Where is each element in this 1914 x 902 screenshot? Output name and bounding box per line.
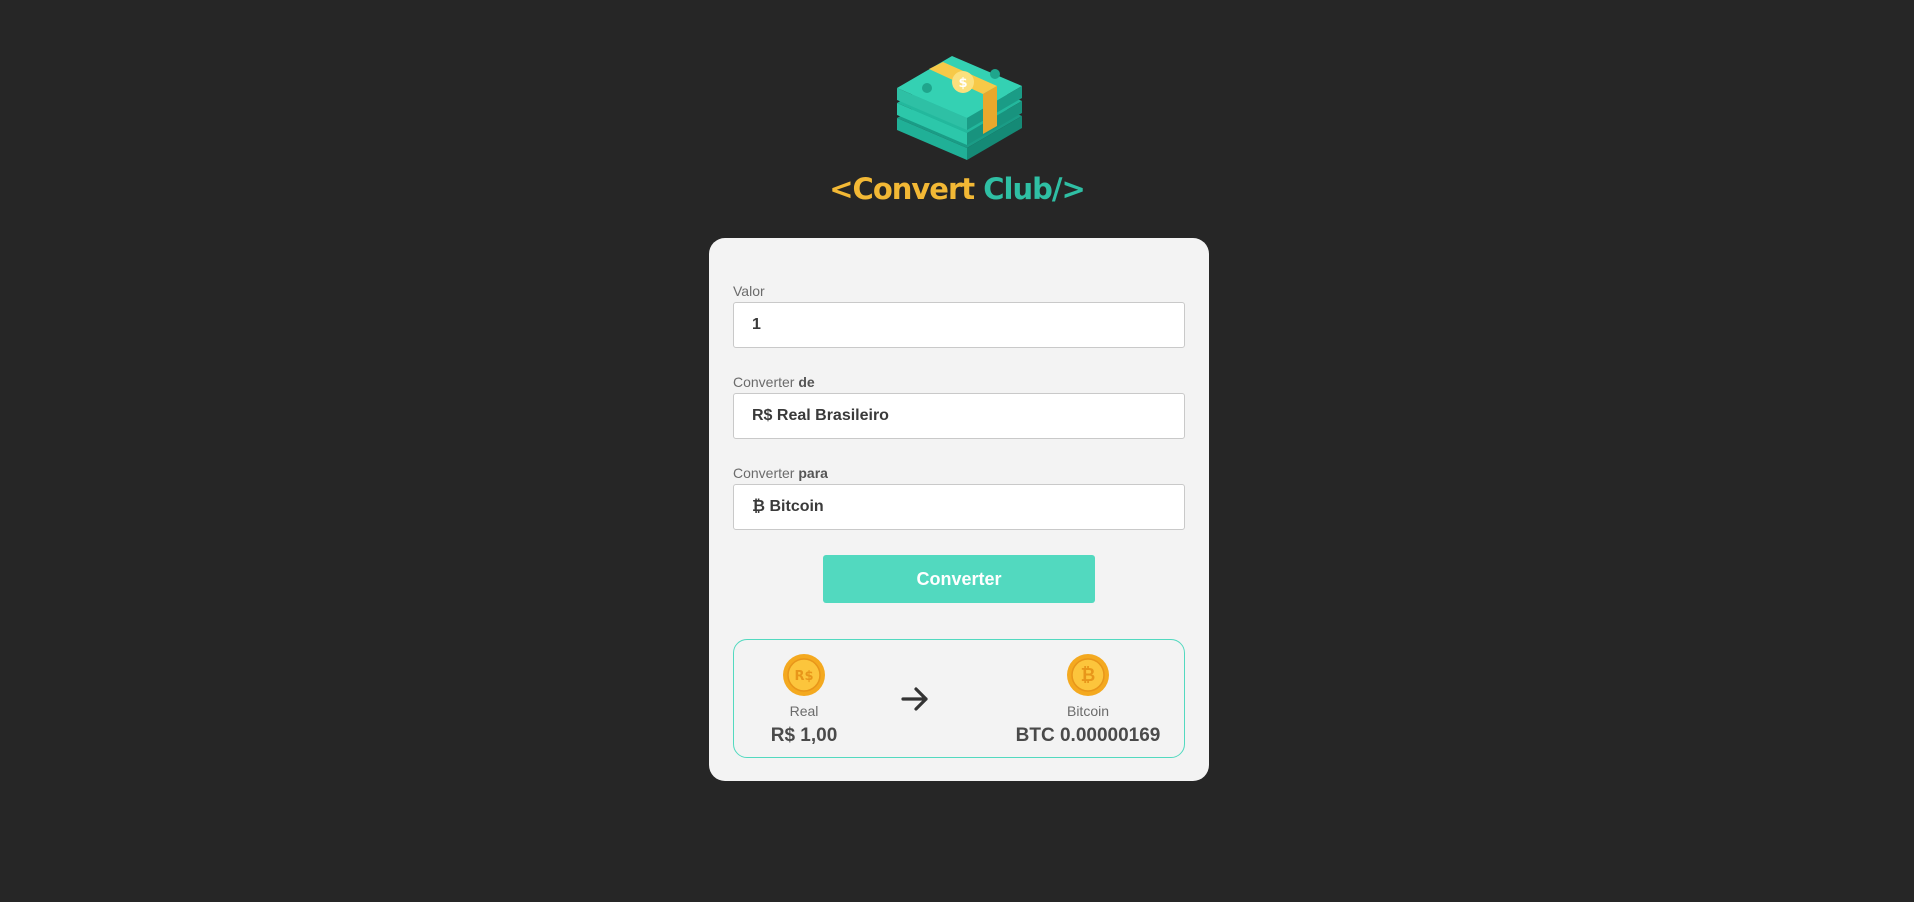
to-currency-amount: BTC 0.00000169	[1015, 725, 1161, 746]
value-input[interactable]: 1	[733, 302, 1185, 348]
brand-name: <Convert Club/>	[829, 172, 1086, 206]
converter-card: Valor 1 Converter de R$ Real Brasileiro …	[709, 238, 1209, 781]
value-field-group: Valor 1	[733, 283, 1185, 348]
conversion-result: R$ Real R$ 1,00 ₿ Bitcoin BTC 0.00000169	[733, 639, 1185, 758]
from-label-bold: de	[798, 374, 815, 390]
brand-logo: $ <Convert Club/>	[0, 48, 1914, 206]
to-label-bold: para	[798, 465, 828, 481]
from-label: Converter de	[733, 374, 1185, 391]
from-currency-name: Real	[789, 703, 819, 719]
to-currency-result: ₿ Bitcoin BTC 0.00000169	[990, 653, 1186, 747]
to-currency-select[interactable]: ₿ Bitcoin	[733, 484, 1185, 530]
money-stack-icon: $	[897, 56, 1022, 160]
from-label-text: Converter	[733, 374, 795, 390]
real-coin-icon: R$	[783, 654, 825, 696]
svg-text:$: $	[958, 76, 967, 91]
svg-text:₿: ₿	[1081, 665, 1096, 686]
convert-button[interactable]: Converter	[823, 555, 1095, 603]
brand-name-part1: <Convert	[829, 172, 975, 206]
svg-text:R$: R$	[794, 669, 813, 684]
from-currency-result: R$ Real R$ 1,00	[734, 653, 874, 747]
value-label: Valor	[733, 283, 765, 299]
from-currency-amount: R$ 1,00	[770, 725, 838, 746]
brand-name-part2: Club/>	[983, 172, 1086, 206]
to-currency-name: Bitcoin	[1066, 703, 1110, 719]
from-currency-select[interactable]: R$ Real Brasileiro	[733, 393, 1185, 439]
arrow-right-icon	[901, 687, 928, 711]
from-field-group: Converter de R$ Real Brasileiro	[733, 374, 1185, 439]
to-label: Converter para	[733, 465, 1185, 482]
to-label-text: Converter	[733, 465, 795, 481]
bitcoin-coin-icon: ₿	[1067, 654, 1109, 696]
to-field-group: Converter para ₿ Bitcoin	[733, 465, 1185, 530]
